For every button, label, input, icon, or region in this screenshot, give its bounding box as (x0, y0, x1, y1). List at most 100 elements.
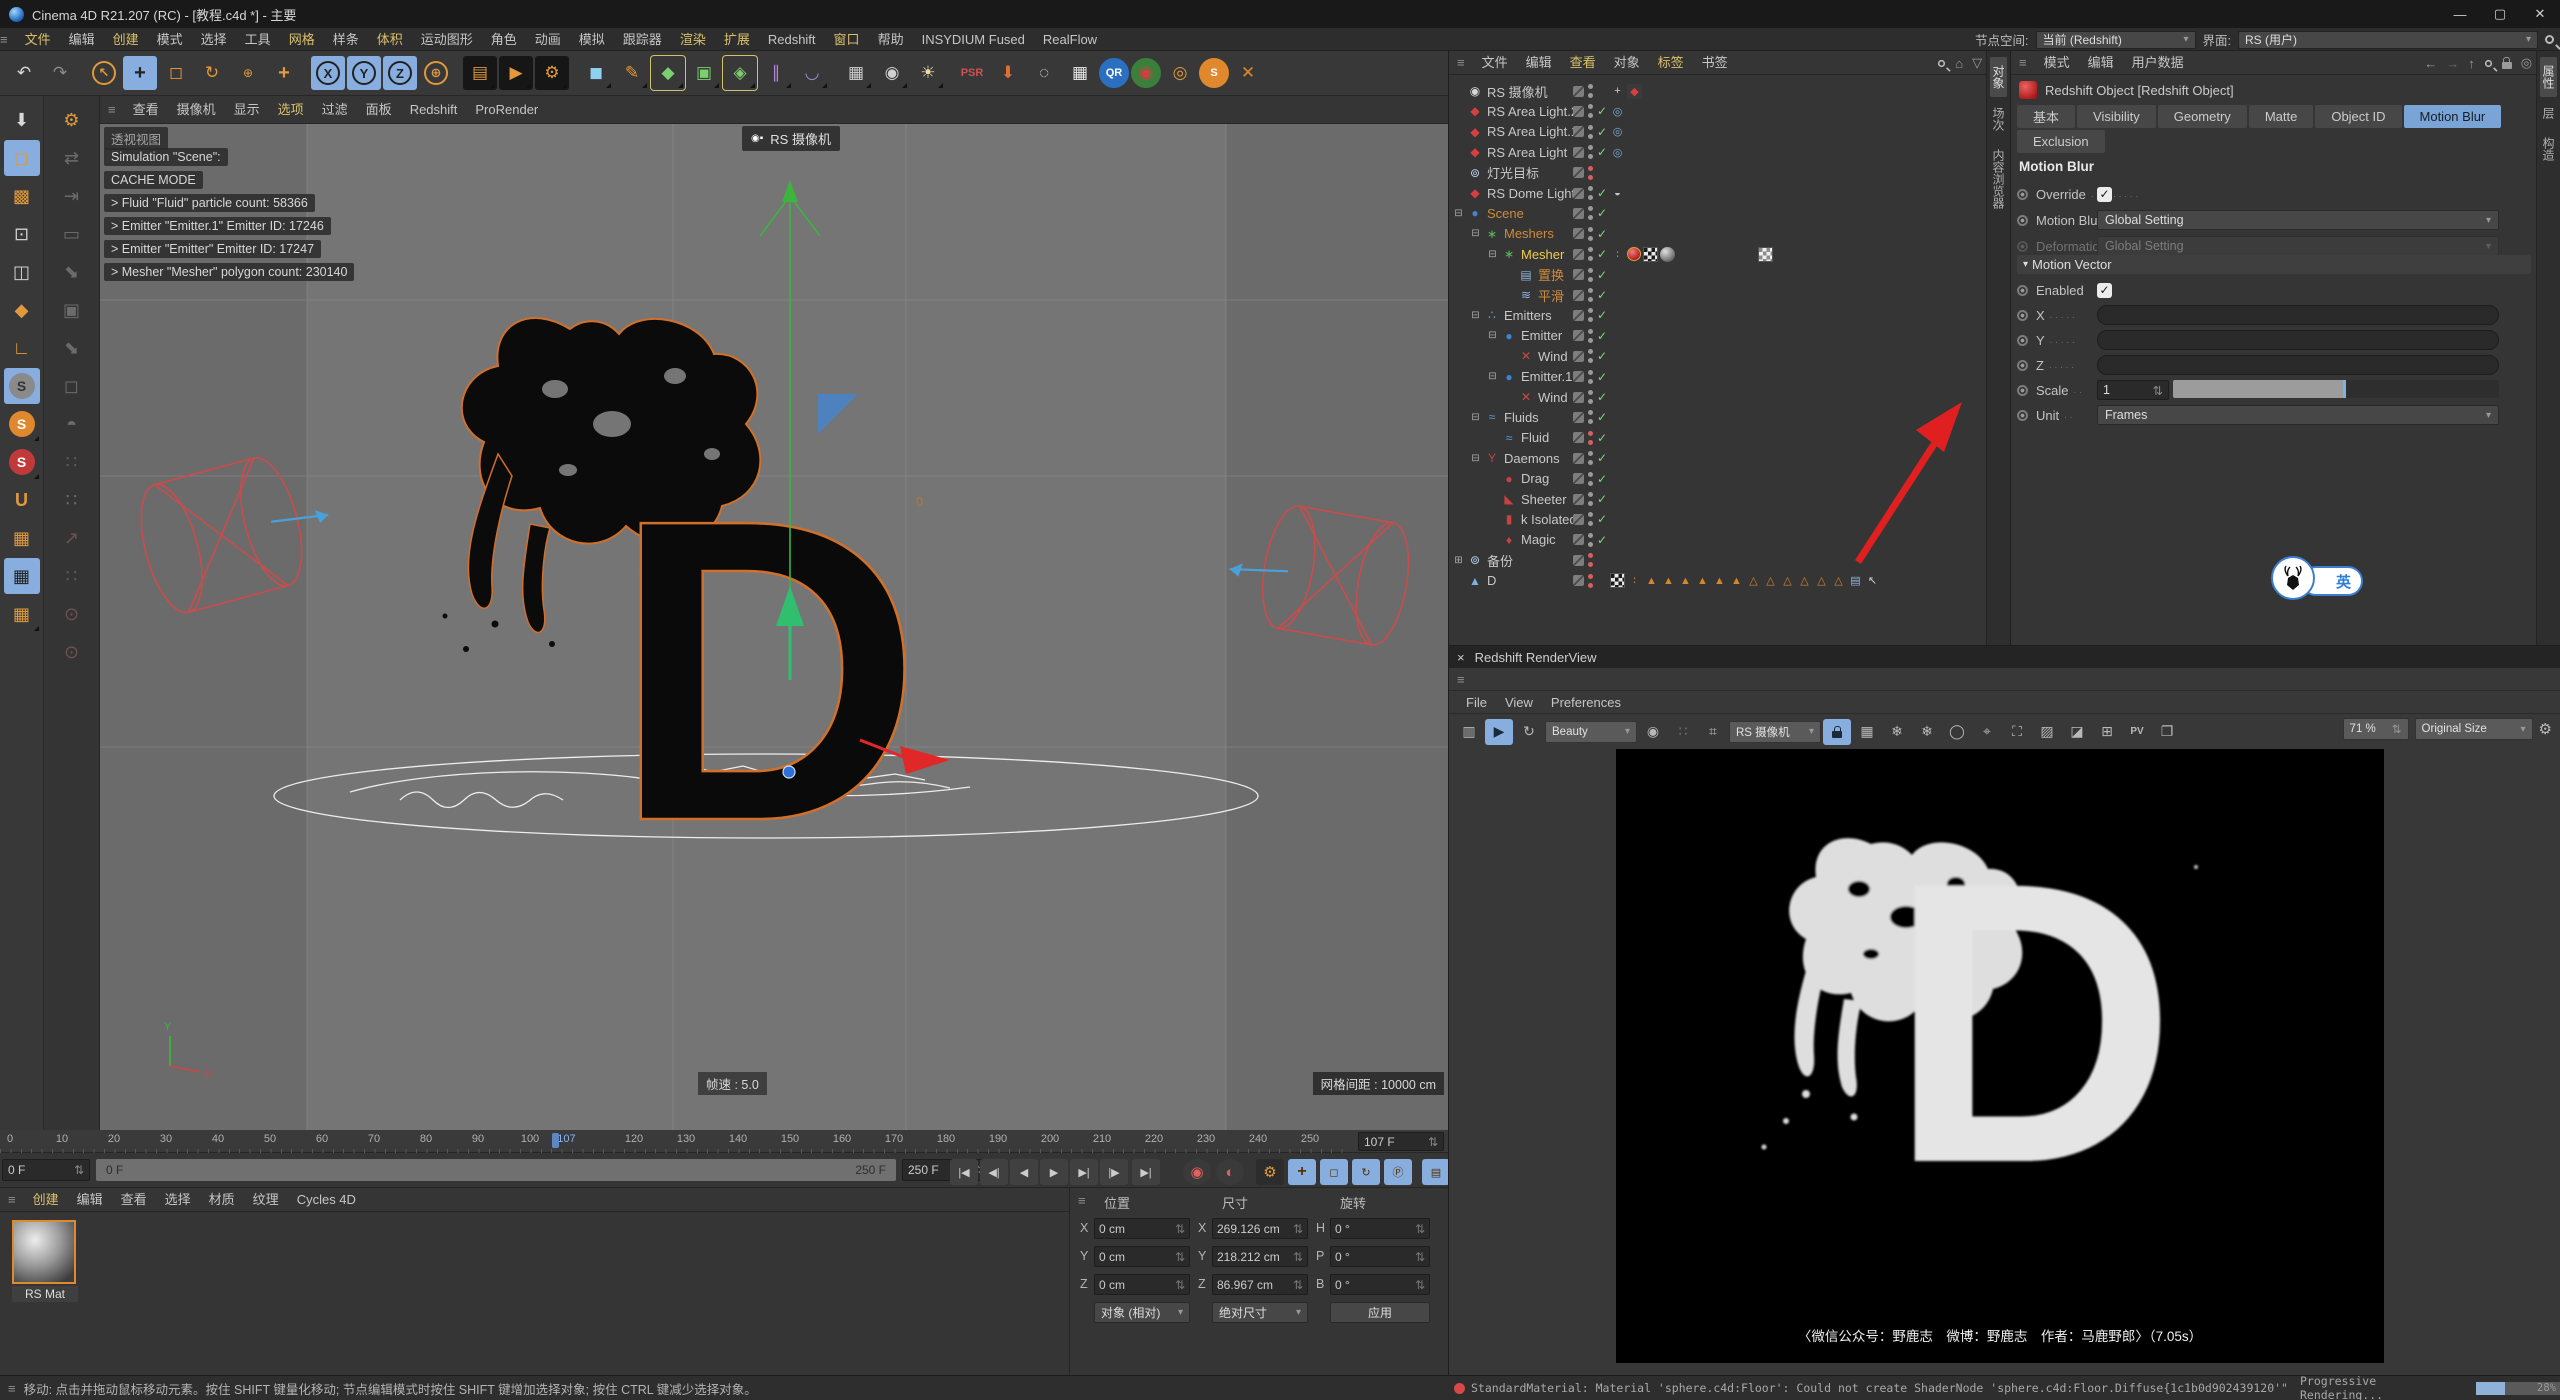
enabled-check-icon[interactable]: ✓ (1597, 288, 1607, 302)
restart-render-button[interactable]: ↻ (1515, 719, 1543, 745)
show-image-button[interactable]: ◪ (2063, 719, 2091, 745)
next-key-button[interactable]: |▶ (1100, 1159, 1128, 1185)
tree-row-Sheeter[interactable]: ◣Sheeter✓ (1449, 489, 1987, 509)
attr-tab-Exclusion[interactable]: Exclusion (2017, 130, 2105, 153)
enabled-check-icon[interactable]: ✓ (1597, 125, 1607, 139)
material-menu-选择[interactable]: 选择 (156, 1188, 200, 1211)
display-size-select[interactable]: Original Size▾ (2415, 718, 2533, 740)
render-picture-viewer-button[interactable]: ▶ (499, 56, 533, 90)
close-button[interactable]: ✕ (2520, 0, 2560, 28)
side-tab-内容浏览器[interactable]: 内容浏览器 (1990, 141, 2007, 217)
snap-dynamic-button[interactable]: S (4, 444, 40, 480)
mograph-spline-button[interactable]: ∥ (759, 56, 793, 90)
to-tag[interactable]: △ (1814, 573, 1829, 588)
target-tool-button[interactable]: ◎ (1163, 56, 1197, 90)
close-tab-icon[interactable]: × (1457, 650, 1465, 665)
menu-选择[interactable]: 选择 (192, 28, 236, 51)
tree-row-D[interactable]: ▲D∶▲▲▲▲▲▲△△△△△△▤↖ (1449, 571, 1987, 591)
layer-toggle[interactable] (1573, 228, 1584, 239)
crosshair-tag[interactable]: + (1610, 84, 1625, 99)
to-tag[interactable]: △ (1746, 573, 1761, 588)
menu-RealFlow[interactable]: RealFlow (1034, 28, 1106, 51)
letter-d-mesh[interactable]: D (612, 431, 923, 911)
tree-row-Drag[interactable]: ●Drag✓ (1449, 469, 1987, 489)
drop-to-floor-button[interactable]: ⬇ (991, 56, 1025, 90)
tree-row-灯光目标[interactable]: ⊚灯光目标 (1449, 163, 1987, 183)
renderview-tab[interactable]: × Redshift RenderView (1449, 646, 2560, 668)
project-tool-button[interactable]: ⬊ (54, 254, 90, 290)
attr-menu-用户数据[interactable]: 用户数据 (2123, 51, 2193, 74)
visibility-dots[interactable] (1588, 206, 1593, 220)
visibility-dots[interactable] (1588, 145, 1593, 159)
visibility-dots[interactable] (1588, 512, 1593, 526)
menu-帮助[interactable]: 帮助 (869, 28, 913, 51)
tree-row-Wind[interactable]: ✕Wind✓ (1449, 387, 1987, 407)
field-Z[interactable] (2097, 355, 2499, 375)
layer-toggle[interactable] (1573, 371, 1584, 382)
enabled-check-icon[interactable]: ✓ (1597, 451, 1607, 465)
menu-模拟[interactable]: 模拟 (570, 28, 614, 51)
target-icon[interactable]: ◎ (2521, 55, 2532, 71)
keyframe-selection-button[interactable]: ⚙ (1256, 1159, 1284, 1185)
prev-frame-button[interactable]: ◀ (1010, 1159, 1038, 1185)
enabled-check-icon[interactable]: ✓ (1597, 186, 1607, 200)
current-frame-box[interactable]: 107 F⇅ (1358, 1132, 1444, 1151)
filter-icon[interactable]: ▽ (1972, 55, 1982, 71)
coord-field-0-2[interactable]: 0 cm⇅ (1094, 1274, 1190, 1295)
collapse-icon[interactable]: ⊟ (1470, 310, 1481, 321)
pass-dropdown[interactable]: Beauty▾ (1545, 721, 1637, 743)
camera-object-button[interactable]: ◉ (875, 56, 909, 90)
dashed-circle-tool-button[interactable]: ◌ (1027, 56, 1061, 90)
workplane-rotate-button[interactable]: ▦ (4, 596, 40, 632)
tree-row-RS Area Light[interactable]: ◆RS Area Light✓◎ (1449, 142, 1987, 162)
goto-start-button[interactable]: |◀ (950, 1159, 978, 1185)
tf-tag[interactable]: ▲ (1644, 573, 1659, 588)
object-name[interactable]: 备份 (1487, 551, 1513, 570)
visibility-dots[interactable] (1588, 84, 1593, 98)
menu-工具[interactable]: 工具 (236, 28, 280, 51)
tree-row-Magic[interactable]: ♦Magic✓ (1449, 530, 1987, 550)
key-parameter-button[interactable]: Ⓟ (1384, 1159, 1412, 1185)
mat-tag[interactable] (1627, 247, 1641, 261)
visibility-dots[interactable] (1588, 308, 1593, 322)
coord-field-1-0[interactable]: 269.126 cm⇅ (1212, 1218, 1308, 1239)
layer-toggle[interactable] (1573, 290, 1584, 301)
rgb-channels-button[interactable]: ◉ (1639, 719, 1667, 745)
viewport-menu-过滤[interactable]: 过滤 (313, 98, 357, 121)
enabled-check-icon[interactable]: ✓ (1597, 349, 1607, 363)
coord-mode-select[interactable]: 对象 (相对)▾ (1094, 1302, 1190, 1323)
play-forward-button[interactable]: ▶ (1040, 1159, 1068, 1185)
animation-bullet-icon[interactable] (2017, 189, 2028, 200)
lock-icon[interactable] (2502, 62, 2512, 69)
visibility-dots[interactable] (1588, 492, 1593, 506)
visibility-dots[interactable] (1588, 288, 1593, 302)
volume-builder-button[interactable]: ◈ (723, 56, 757, 90)
tree-row-备份[interactable]: ⊞⊚备份 (1449, 550, 1987, 570)
dome-tag[interactable]: ◒ (1610, 186, 1625, 201)
visibility-dots[interactable] (1588, 451, 1593, 465)
tf-tag[interactable]: ▲ (1712, 573, 1727, 588)
animation-bullet-icon[interactable] (2017, 360, 2028, 371)
timeline-ruler[interactable]: 0102030405060708090100107120130140150160… (0, 1130, 1448, 1153)
material-thumbnail[interactable] (12, 1220, 76, 1284)
tree-row-RS Dome Light[interactable]: ◆RS Dome Light✓◒ (1449, 183, 1987, 203)
search-icon[interactable] (2485, 59, 2492, 66)
motion-vector-group-header[interactable]: ▾Motion Vector (2017, 255, 2531, 274)
object-name[interactable]: Magic (1521, 532, 1556, 547)
coord-field-0-1[interactable]: 0 cm⇅ (1094, 1246, 1190, 1267)
visibility-dots[interactable] (1588, 329, 1593, 343)
object-name[interactable]: Mesher (1521, 247, 1564, 262)
scale-tool-button[interactable]: ◻ (159, 56, 193, 90)
coord-field-2-2[interactable]: 0 °⇅ (1330, 1274, 1430, 1295)
modeling-settings-button[interactable]: ⚙ (54, 102, 90, 138)
search-icon[interactable] (1938, 59, 1945, 66)
tree-row-置换[interactable]: ▤置换✓ (1449, 265, 1987, 285)
visibility-dots[interactable] (1588, 104, 1593, 118)
coord-field-2-0[interactable]: 0 °⇅ (1330, 1218, 1430, 1239)
size-mode-select[interactable]: 绝对尺寸▾ (1212, 1302, 1308, 1323)
dropdown-Deformation Steps[interactable]: Global Setting▾ (2097, 236, 2499, 256)
dither-grid-button[interactable]: ∷ (1669, 719, 1697, 745)
lock-x-axis-button[interactable]: X (311, 56, 345, 90)
animation-bullet-icon[interactable] (2017, 335, 2028, 346)
target-tag[interactable]: ◎ (1610, 124, 1625, 139)
